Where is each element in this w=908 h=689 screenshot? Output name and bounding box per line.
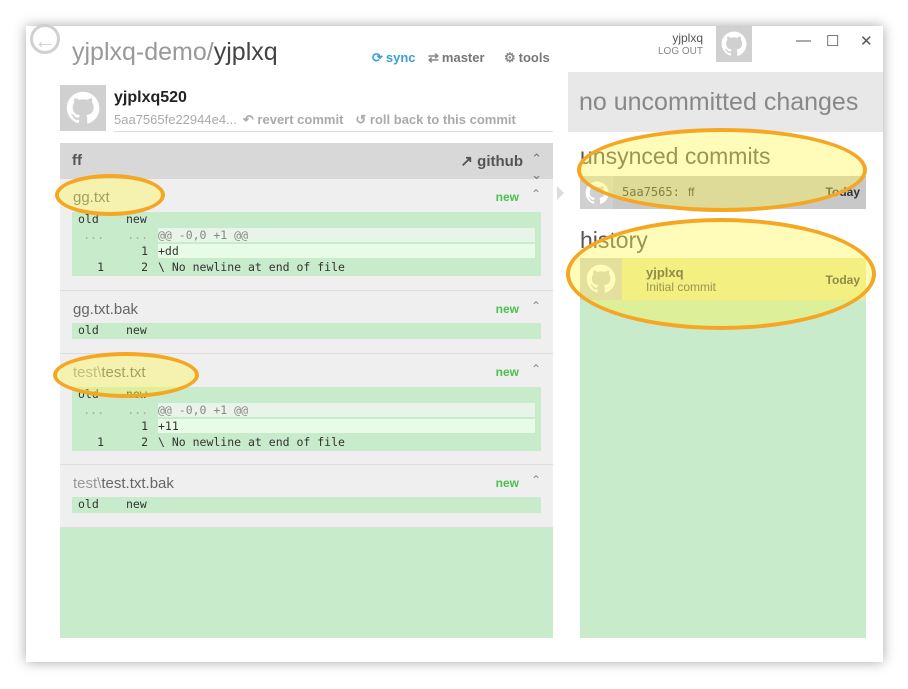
revert-icon: ↶ [242,112,258,127]
sync-icon: ⟳ [372,50,383,65]
commit-sha[interactable]: 5aa7565fe22944e4... [114,112,237,127]
github-octocat-icon [721,31,747,56]
divider [114,131,553,132]
diff-table: old new [72,497,541,513]
rollback-button[interactable]: ↺ roll back to this commit [355,112,515,127]
highlight-ellipse [566,218,876,330]
uncommitted-label: no uncommitted changes [579,88,859,116]
file-test-txt-bak[interactable]: test\test.txt.bak new ⌃ old new [60,465,553,528]
highlight-ellipse [53,352,199,398]
username: yjplxq [672,31,703,45]
file-name: gg.txt.bak [73,301,139,318]
branch-button[interactable]: ⇄ master [428,50,485,66]
external-link-icon: ↗ [460,153,473,170]
status-badge: new [495,302,519,316]
rollback-icon: ↺ [355,112,370,127]
diff-header-row: old new [78,212,147,226]
collapse-icon[interactable]: ⌃ [531,299,541,313]
selected-pointer-icon [557,186,564,200]
commit-message-bar: ff ↗ github ⌃ ⌄ [60,143,553,182]
diff-row: ...... @@ -0,0 +1 @@ [72,403,541,419]
file-list: gg.txt new ⌃ old new ...... @@ -0,0 +1 @@ … [60,179,553,638]
diff-header-row: old new [78,497,147,511]
branch-icon: ⇄ [428,50,439,65]
status-badge: new [495,190,519,204]
commit-avatar [60,85,106,131]
tools-button[interactable]: ⚙ tools [504,50,550,66]
diff-header-row: old new [78,323,147,337]
gear-icon: ⚙ [504,50,516,65]
commit-sha-line: 5aa7565fe22944e4... ↶ revert commit ↺ roll… [114,112,516,128]
github-octocat-icon [66,91,100,124]
logout-link[interactable]: LOG OUT [640,46,703,57]
commit-author: yjplxq520 [114,89,187,106]
file-gg-txt-bak[interactable]: gg.txt.bak new ⌃ old new [60,291,553,354]
diff-row: ...... @@ -0,0 +1 @@ [72,228,541,244]
status-badge: new [495,476,519,490]
file-name: test\test.txt.bak [73,475,174,492]
highlight-ellipse [577,128,867,212]
close-button[interactable]: ✕ [860,32,873,50]
revert-commit-button[interactable]: ↶ revert commit [243,112,344,127]
history-list-area [580,300,866,638]
diff-table: old new ...... @@ -0,0 +1 @@ 1 +dd 1 2 \ No n… [72,212,541,276]
collapse-icon[interactable]: ⌃ [531,187,541,201]
repo-title: yjplxq-demo/yjplxq [72,38,278,66]
diff-table: old new [72,323,541,339]
highlight-ellipse [55,174,165,216]
sync-button[interactable]: ⟳ sync [372,50,416,66]
diff-row: 1 +11 [72,419,541,435]
diff-row: 1 2 \ No newline at end of file [97,435,345,449]
collapse-icon[interactable]: ⌃ [531,362,541,376]
status-badge: new [495,365,519,379]
commit-message: ff [72,152,82,169]
diff-row: 1 2 \ No newline at end of file [97,260,345,274]
github-link[interactable]: ↗ github [460,152,523,170]
user-avatar[interactable] [716,26,752,62]
diff-row: 1 +dd [72,244,541,260]
uncommitted-panel[interactable]: no uncommitted changes [568,72,883,132]
collapse-icon[interactable]: ⌃ [531,473,541,487]
minimize-button[interactable]: — [796,32,811,49]
back-arrow-icon[interactable]: ← [30,24,60,54]
maximize-button[interactable]: ☐ [826,32,839,50]
